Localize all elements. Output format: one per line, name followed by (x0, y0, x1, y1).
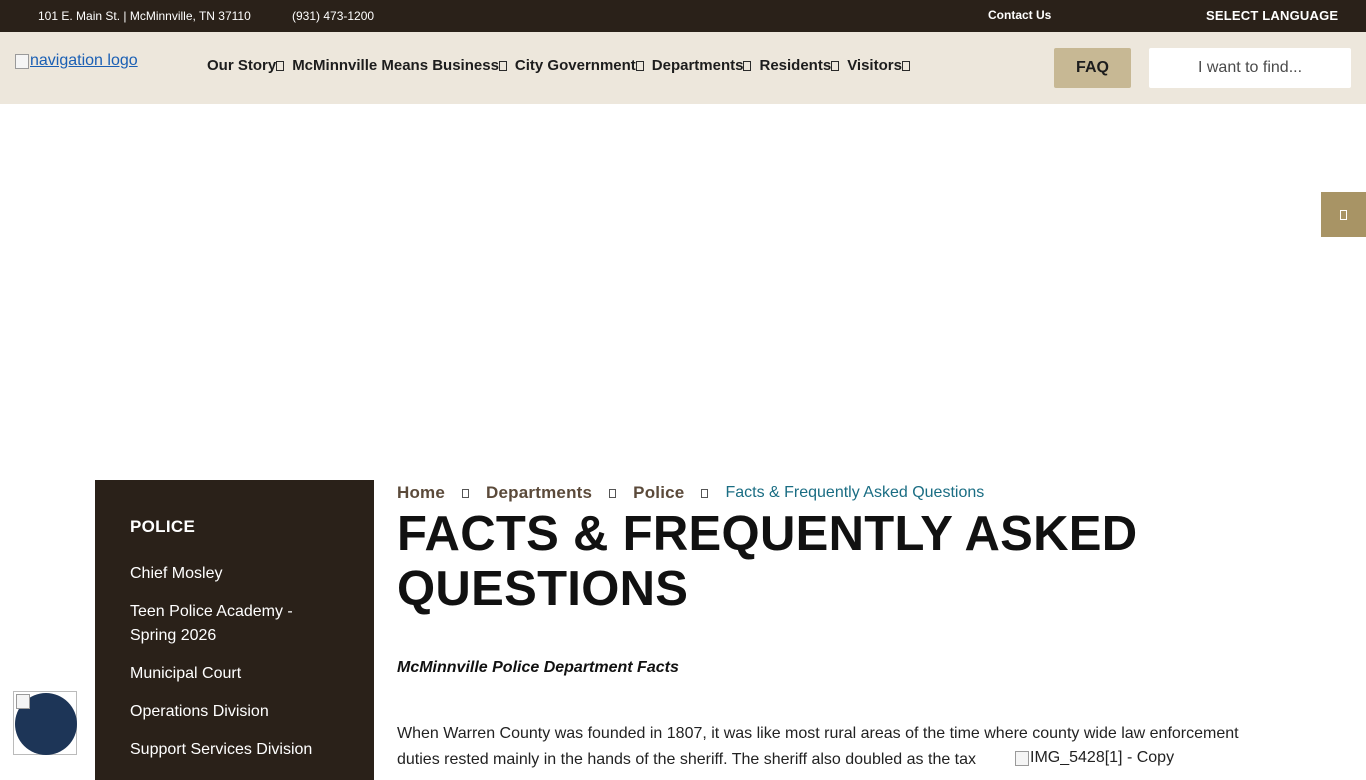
accessibility-widget-button[interactable] (13, 691, 77, 755)
sidebar-item-operations-division[interactable]: Operations Division (130, 700, 330, 724)
sidebar-item-municipal-court[interactable]: Municipal Court (130, 662, 330, 686)
top-bar: 101 E. Main St. | McMinnville, TN 37110 … (0, 0, 1366, 32)
nav-item-label: Visitors (847, 57, 902, 74)
faq-button[interactable]: FAQ (1054, 48, 1131, 88)
chevron-down-icon (276, 60, 285, 71)
sidebar-item-chief-mosley[interactable]: Chief Mosley (130, 562, 330, 586)
nav-item-label: Departments (651, 57, 744, 74)
breadcrumb-home[interactable]: Home (397, 483, 445, 503)
page-title: FACTS & FREQUENTLY ASKED QUESTIONS (397, 507, 1138, 616)
broken-image-icon (15, 53, 29, 69)
chevron-right-icon (462, 488, 470, 498)
phone-number[interactable]: (931) 473-1200 (292, 9, 374, 23)
chevron-right-icon (701, 488, 709, 498)
chevron-down-icon (901, 60, 910, 71)
breadcrumb-police[interactable]: Police (633, 483, 684, 503)
content-image: IMG_5428[1] - Copy (1015, 749, 1174, 767)
side-tab-icon (1340, 209, 1347, 220)
sidebar-list: Chief Mosley Teen Police Academy - Sprin… (130, 562, 330, 776)
chevron-down-icon (831, 60, 840, 71)
nav-item-our-story[interactable]: Our Story (207, 57, 285, 74)
broken-image-icon (16, 694, 30, 709)
primary-nav: Our Story McMinnville Means Business Cit… (207, 57, 918, 74)
logo-alt-text: navigation logo (30, 52, 138, 69)
address-text: 101 E. Main St. | McMinnville, TN 37110 (38, 9, 251, 23)
select-language-button[interactable]: SELECT LANGUAGE (1206, 8, 1338, 23)
nav-item-label: Our Story (207, 57, 277, 74)
breadcrumb: Home Departments Police Facts & Frequent… (397, 483, 984, 503)
breadcrumb-current: Facts & Frequently Asked Questions (725, 484, 985, 501)
main-navigation-bar: navigation logo Our Story McMinnville Me… (0, 32, 1366, 104)
breadcrumb-departments[interactable]: Departments (486, 483, 592, 503)
paragraph-line: When Warren County was founded in 1807, … (397, 725, 1239, 742)
sidebar-item-teen-police-academy[interactable]: Teen Police Academy - Spring 2026 (130, 600, 330, 648)
nav-item-departments[interactable]: Departments (652, 57, 752, 74)
nav-item-city-government[interactable]: City Government (515, 57, 644, 74)
nav-item-label: McMinnville Means Business (292, 57, 499, 74)
paragraph-line: duties rested mainly in the hands of the… (397, 751, 977, 768)
nav-item-visitors[interactable]: Visitors (847, 57, 910, 74)
section-sidebar: POLICE Chief Mosley Teen Police Academy … (95, 480, 374, 780)
chevron-down-icon (743, 60, 752, 71)
side-floating-tab[interactable] (1321, 192, 1366, 237)
image-alt-text: IMG_5428[1] - Copy (1030, 749, 1175, 766)
body-paragraph: When Warren County was founded in 1807, … (397, 721, 1239, 773)
broken-image-icon (1015, 750, 1029, 766)
nav-item-mcminnville-means-business[interactable]: McMinnville Means Business (292, 57, 507, 74)
chevron-right-icon (609, 488, 617, 498)
nav-item-label: Residents (759, 57, 832, 74)
chevron-down-icon (498, 60, 507, 71)
nav-item-label: City Government (514, 57, 636, 74)
site-logo[interactable]: navigation logo (15, 52, 138, 70)
chevron-down-icon (635, 60, 644, 71)
nav-item-residents[interactable]: Residents (759, 57, 840, 74)
sidebar-item-support-services-division[interactable]: Support Services Division (130, 738, 330, 762)
search-input[interactable] (1149, 48, 1351, 88)
sidebar-heading[interactable]: POLICE (130, 517, 195, 537)
section-subheading: McMinnville Police Department Facts (397, 659, 679, 676)
contact-us-link[interactable]: Contact Us (988, 8, 1051, 22)
